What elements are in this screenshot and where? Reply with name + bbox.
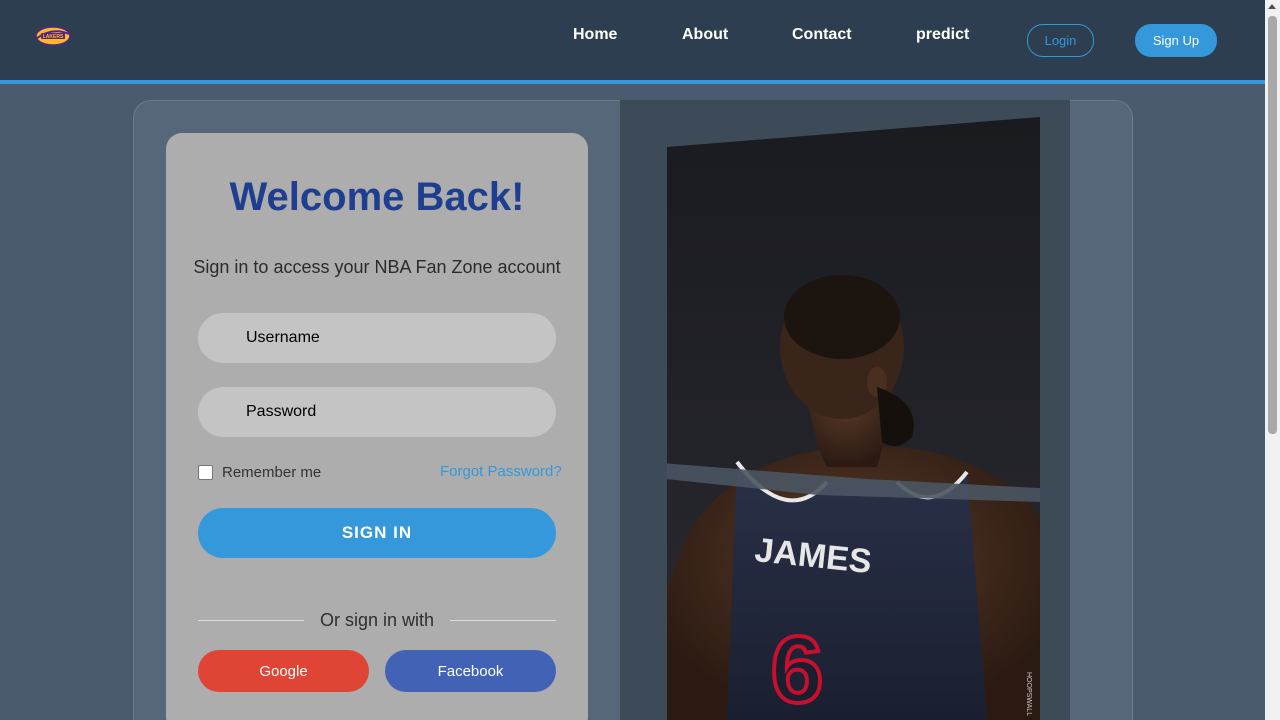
- nav-predict-link[interactable]: predict: [916, 26, 969, 44]
- scroll-up-arrow-icon[interactable]: [1268, 4, 1276, 9]
- page-scrollbar[interactable]: [1265, 0, 1280, 720]
- login-button[interactable]: Login: [1027, 24, 1094, 57]
- jersey-number: 6: [771, 617, 824, 720]
- remember-me-checkbox[interactable]: [198, 465, 213, 480]
- nav-home-link[interactable]: Home: [573, 26, 617, 44]
- social-divider-text: Or sign in with: [319, 610, 435, 630]
- facebook-signin-button[interactable]: Facebook: [385, 650, 556, 692]
- welcome-subtitle: Sign in to access your NBA Fan Zone acco…: [193, 257, 561, 277]
- username-input[interactable]: Username: [198, 313, 556, 363]
- forgot-password-link[interactable]: Forgot Password?: [440, 463, 562, 480]
- password-input[interactable]: Password: [198, 387, 556, 437]
- poster-watermark: HOOPSWALL: [1025, 672, 1032, 716]
- lakers-logo-icon[interactable]: LAKERS: [33, 23, 73, 49]
- nav-about-link[interactable]: About: [682, 26, 728, 44]
- hero-image-panel: JAMES 6 HOOPSWALL: [620, 100, 1070, 720]
- welcome-title: Welcome Back!: [229, 175, 525, 219]
- signup-button[interactable]: Sign Up: [1135, 24, 1217, 57]
- navbar: LAKERS Home About Contact predict Login …: [0, 0, 1265, 84]
- nav-contact-link[interactable]: Contact: [792, 26, 852, 44]
- signin-button[interactable]: SIGN IN: [198, 508, 556, 558]
- remember-me[interactable]: Remember me: [198, 464, 321, 481]
- google-signin-button[interactable]: Google: [198, 650, 369, 692]
- scroll-thumb[interactable]: [1268, 16, 1277, 434]
- remember-me-label: Remember me: [222, 464, 322, 481]
- player-poster-image: JAMES 6 HOOPSWALL: [667, 117, 1040, 720]
- svg-text:LAKERS: LAKERS: [43, 34, 64, 40]
